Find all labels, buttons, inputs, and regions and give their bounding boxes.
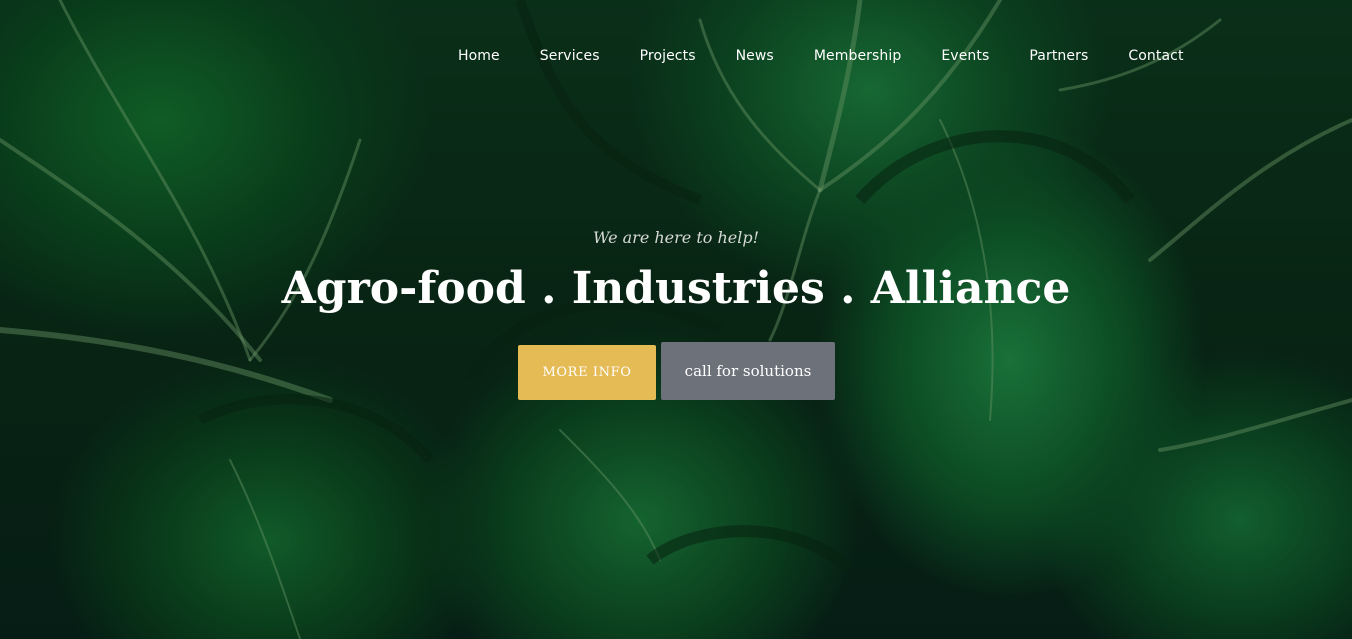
- nav-item-partners[interactable]: Partners: [1009, 44, 1108, 68]
- main-nav: Home Services Projects News Membership E…: [438, 44, 1204, 68]
- hero-cta-group: MORE INFO call for solutions: [518, 342, 835, 400]
- nav-item-membership[interactable]: Membership: [794, 44, 922, 68]
- nav-item-projects[interactable]: Projects: [620, 44, 716, 68]
- more-info-button[interactable]: MORE INFO: [518, 344, 656, 400]
- hero-tagline: We are here to help!: [592, 228, 760, 247]
- hero-section: Home Services Projects News Membership E…: [0, 0, 1352, 639]
- hero-headline: Agro-food . Industries . Alliance: [281, 263, 1071, 314]
- call-for-solutions-button[interactable]: call for solutions: [661, 342, 835, 400]
- nav-item-services[interactable]: Services: [520, 44, 620, 68]
- nav-item-home[interactable]: Home: [438, 44, 520, 68]
- nav-item-news[interactable]: News: [716, 44, 794, 68]
- nav-item-contact[interactable]: Contact: [1108, 44, 1203, 68]
- nav-item-events[interactable]: Events: [921, 44, 1009, 68]
